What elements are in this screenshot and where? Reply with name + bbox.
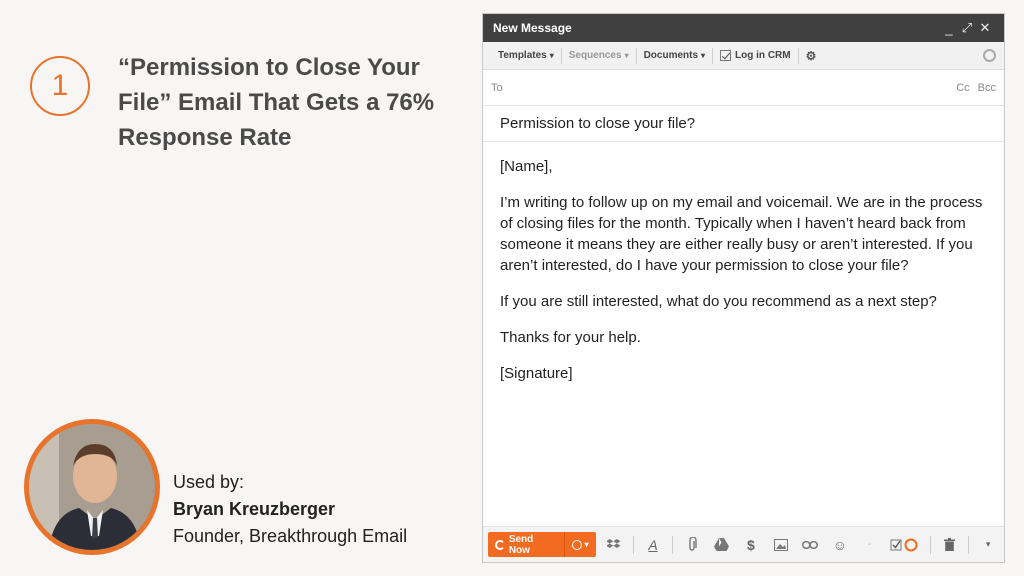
compose-titlebar: New Message _ ⤢ ✕ bbox=[483, 14, 1004, 42]
more-options-icon[interactable]: ▾ bbox=[977, 534, 999, 556]
sequences-label: Sequences bbox=[568, 50, 622, 61]
chevron-down-icon: ▾ bbox=[701, 51, 706, 60]
documents-dropdown[interactable]: Documents ▾ bbox=[637, 50, 712, 61]
body-greeting: [Name], bbox=[500, 158, 553, 175]
photo-icon[interactable] bbox=[770, 534, 792, 556]
send-now-button[interactable]: Send Now bbox=[488, 532, 564, 557]
chevron-down-icon: ▾ bbox=[584, 540, 589, 549]
slide-headline: “Permission to Close Your File” Email Th… bbox=[118, 54, 435, 151]
used-by-block: Used by: Bryan Kreuzberger Founder, Brea… bbox=[173, 469, 407, 550]
link-icon[interactable] bbox=[799, 534, 821, 556]
portrait-image bbox=[29, 424, 155, 550]
more-separator-icon: - bbox=[867, 539, 872, 550]
compose-toolbar: Templates ▾ Sequences ▾ Documents ▾ Log in … bbox=[483, 42, 1004, 70]
body-signature: [Signature] bbox=[500, 365, 573, 382]
checkbox-checked-icon bbox=[720, 50, 732, 61]
author-title: Founder, Breakthrough Email bbox=[173, 526, 408, 546]
clock-icon bbox=[571, 539, 582, 550]
body-paragraph: I’m writing to follow up on my email and… bbox=[500, 194, 983, 274]
step-number: 1 bbox=[51, 69, 69, 102]
track-icon[interactable] bbox=[888, 534, 921, 556]
sprocket-icon bbox=[495, 539, 505, 550]
chevron-down-icon: ▾ bbox=[624, 51, 629, 60]
expand-icon[interactable]: ⤢ bbox=[958, 20, 976, 36]
send-now-label: Send Now bbox=[508, 533, 534, 556]
send-button-group: Send Now ▾ bbox=[488, 532, 596, 557]
drive-icon[interactable] bbox=[710, 534, 732, 556]
templates-label: Templates bbox=[498, 50, 547, 61]
author-name: Bryan Kreuzberger bbox=[173, 499, 336, 519]
hubspot-status-icon[interactable] bbox=[983, 49, 996, 62]
settings-button[interactable]: ⚙ bbox=[799, 49, 824, 63]
schedule-send-button[interactable]: ▾ bbox=[565, 532, 596, 557]
templates-dropdown[interactable]: Templates ▾ bbox=[491, 50, 561, 61]
close-icon[interactable]: ✕ bbox=[976, 20, 994, 36]
log-in-crm-checkbox[interactable]: Log in CRM bbox=[713, 50, 798, 61]
dropbox-icon[interactable] bbox=[604, 534, 626, 556]
avatar bbox=[24, 419, 160, 555]
message-body[interactable]: [Name], I’m writing to follow up on my e… bbox=[483, 142, 1004, 508]
attach-icon[interactable] bbox=[681, 534, 703, 556]
cc-link[interactable]: Cc bbox=[956, 82, 969, 94]
format-text-icon[interactable]: A bbox=[642, 534, 664, 556]
log-in-crm-label: Log in CRM bbox=[735, 50, 791, 61]
bcc-link[interactable]: Bcc bbox=[978, 82, 996, 94]
compose-bottom-toolbar: Send Now ▾ A $ ☺ - ▾ bbox=[483, 526, 1004, 562]
step-number-badge: 1 bbox=[30, 56, 90, 116]
documents-label: Documents bbox=[643, 50, 699, 61]
window-title: New Message bbox=[493, 21, 572, 35]
subject-field[interactable]: Permission to close your file? bbox=[483, 106, 1004, 142]
to-label: To bbox=[491, 81, 503, 94]
to-field[interactable]: To Cc Bcc bbox=[483, 70, 1004, 106]
emoji-icon[interactable]: ☺ bbox=[829, 534, 851, 556]
body-paragraph: Thanks for your help. bbox=[500, 329, 641, 346]
sequences-dropdown[interactable]: Sequences ▾ bbox=[562, 50, 636, 61]
trash-icon[interactable] bbox=[939, 534, 961, 556]
gear-icon: ⚙ bbox=[805, 48, 817, 63]
body-paragraph: If you are still interested, what do you… bbox=[500, 293, 937, 310]
minimize-icon[interactable]: _ bbox=[940, 21, 958, 36]
dollar-icon[interactable]: $ bbox=[740, 534, 762, 556]
chevron-down-icon: ▾ bbox=[549, 51, 554, 60]
compose-window: New Message _ ⤢ ✕ Templates ▾ Sequences ▾ … bbox=[482, 13, 1005, 563]
used-by-label: Used by: bbox=[173, 472, 245, 492]
